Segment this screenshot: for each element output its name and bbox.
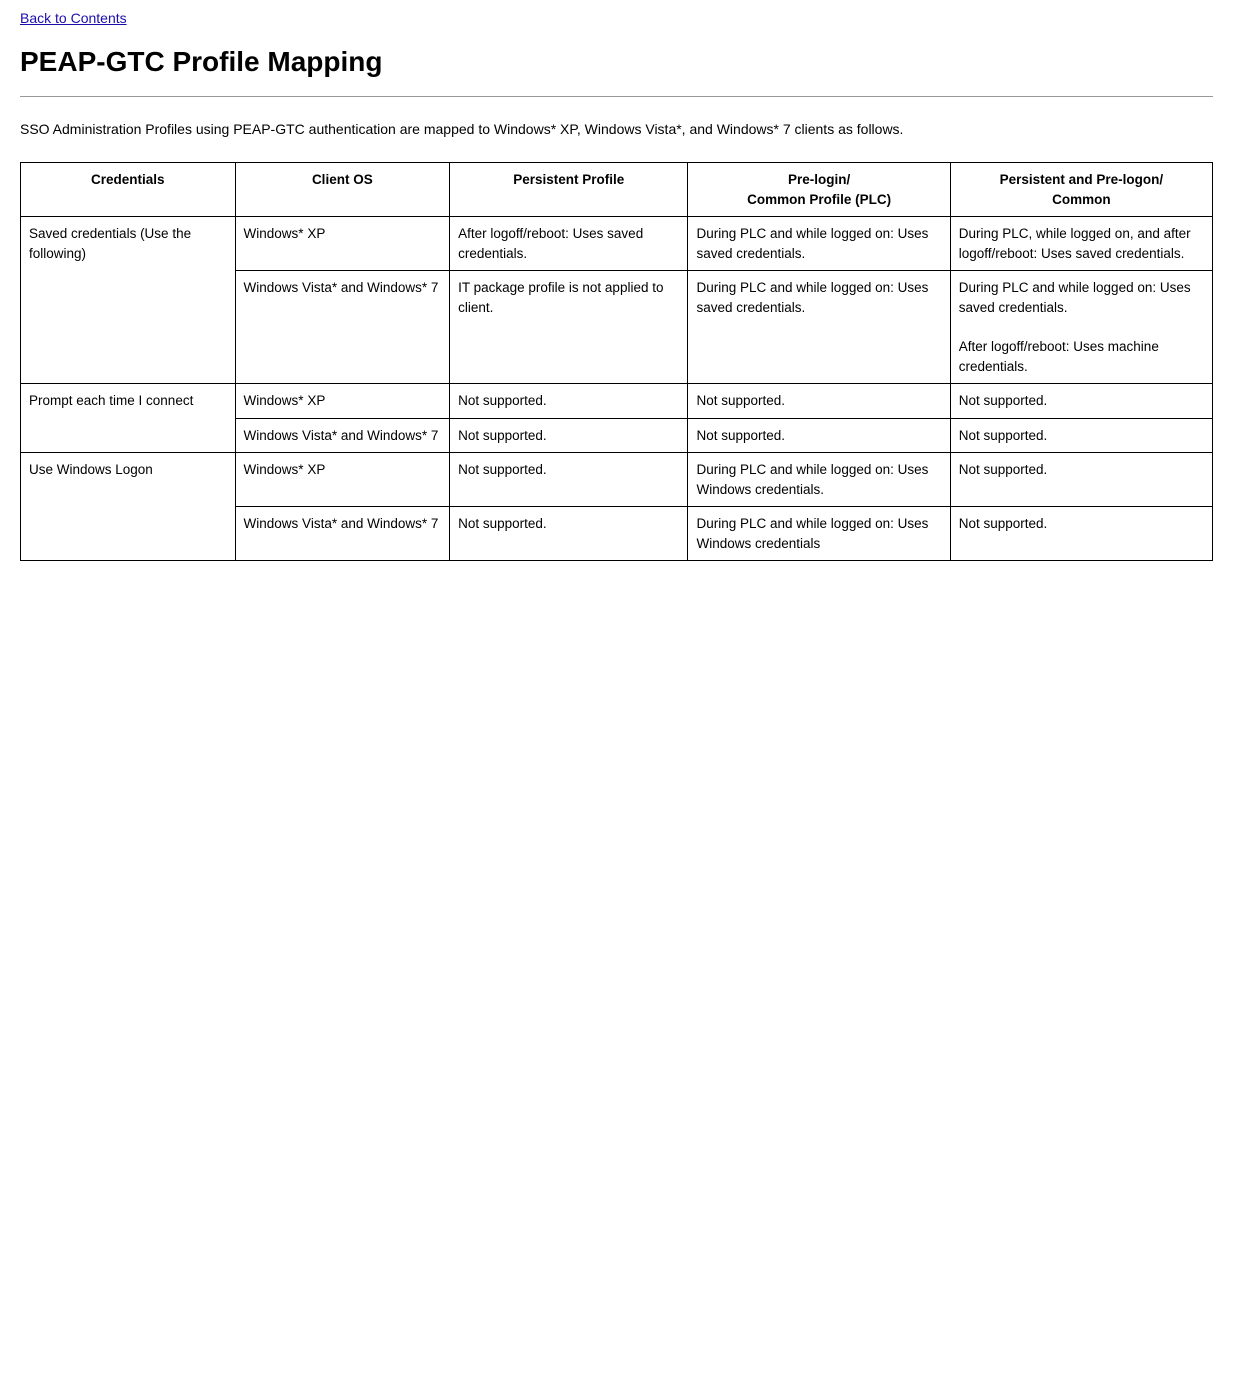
cell-persistent-and-pre: Not supported. [950,384,1212,419]
cell-plc: During PLC and while logged on: Uses Win… [688,507,950,561]
intro-paragraph: SSO Administration Profiles using PEAP-G… [20,119,1213,140]
col-header-plc: Pre-login/Common Profile (PLC) [688,163,950,217]
cell-persistent-profile: Not supported. [450,418,688,453]
cell-os: Windows* XP [235,453,450,507]
page-title: PEAP-GTC Profile Mapping [20,46,1213,78]
back-to-contents-link[interactable]: Back to Contents [20,10,127,26]
cell-credentials: Prompt each time I connect [21,384,236,453]
col-header-persistent-profile: Persistent Profile [450,163,688,217]
table-row: Saved credentials (Use the following)Win… [21,217,1213,271]
col-header-credentials: Credentials [21,163,236,217]
cell-persistent-profile: After logoff/reboot: Uses saved credenti… [450,217,688,271]
cell-plc: Not supported. [688,384,950,419]
cell-persistent-and-pre: Not supported. [950,453,1212,507]
cell-os: Windows Vista* and Windows* 7 [235,271,450,384]
cell-persistent-and-pre: Not supported. [950,418,1212,453]
cell-credentials: Use Windows Logon [21,453,236,561]
cell-persistent-and-pre: During PLC and while logged on: Uses sav… [950,271,1212,384]
profile-mapping-table: Credentials Client OS Persistent Profile… [20,162,1213,561]
cell-plc: During PLC and while logged on: Uses sav… [688,217,950,271]
cell-os: Windows Vista* and Windows* 7 [235,507,450,561]
table-row: Use Windows LogonWindows* XPNot supporte… [21,453,1213,507]
cell-os: Windows* XP [235,384,450,419]
cell-persistent-profile: Not supported. [450,507,688,561]
cell-os: Windows Vista* and Windows* 7 [235,418,450,453]
col-header-client-os: Client OS [235,163,450,217]
cell-credentials: Saved credentials (Use the following) [21,217,236,384]
table-header-row: Credentials Client OS Persistent Profile… [21,163,1213,217]
cell-persistent-profile: IT package profile is not applied to cli… [450,271,688,384]
col-header-persistent-and-pre: Persistent and Pre-logon/Common [950,163,1212,217]
cell-persistent-and-pre: During PLC, while logged on, and after l… [950,217,1212,271]
table-row: Prompt each time I connectWindows* XPNot… [21,384,1213,419]
cell-persistent-and-pre: Not supported. [950,507,1212,561]
cell-plc: During PLC and while logged on: Uses Win… [688,453,950,507]
cell-os: Windows* XP [235,217,450,271]
section-divider [20,96,1213,97]
cell-plc: During PLC and while logged on: Uses sav… [688,271,950,384]
cell-persistent-profile: Not supported. [450,453,688,507]
cell-persistent-profile: Not supported. [450,384,688,419]
cell-plc: Not supported. [688,418,950,453]
